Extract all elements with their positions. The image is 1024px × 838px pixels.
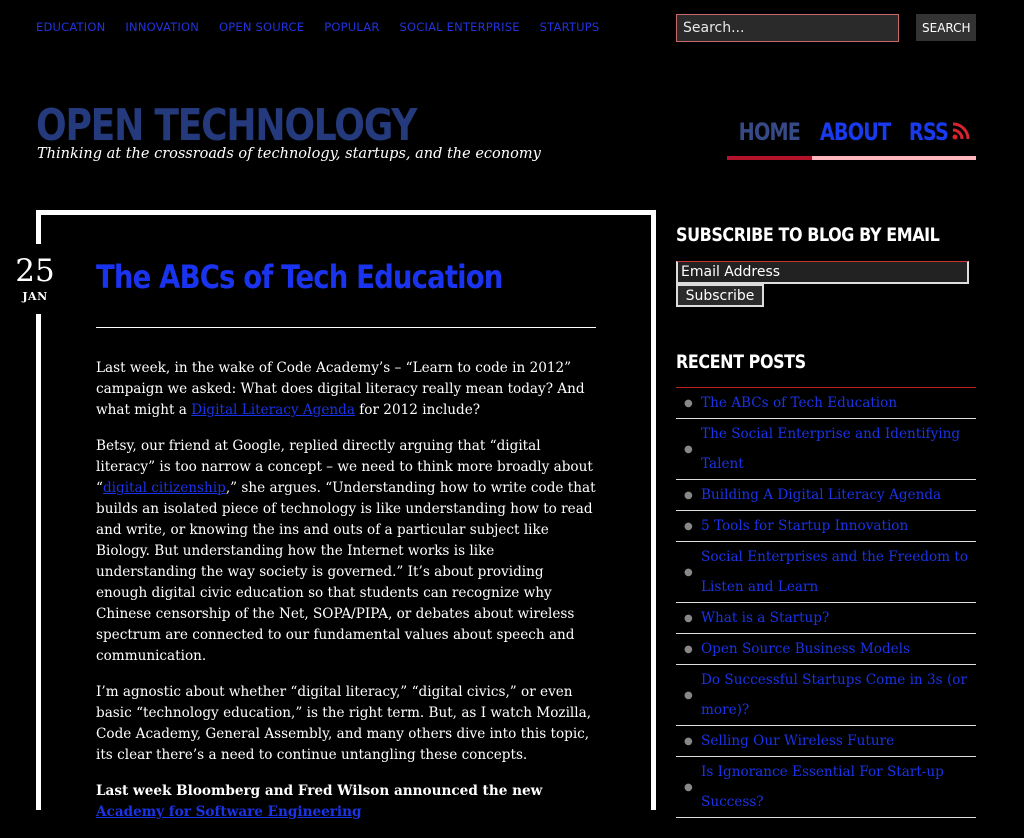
rss-icon <box>952 122 970 140</box>
recent-post-link[interactable]: Selling Our Wireless Future <box>701 726 894 756</box>
post-date-day: 25 <box>15 253 55 289</box>
search-input[interactable] <box>676 14 899 42</box>
recent-posts-list: ● The ABCs of Tech Education ● The Social … <box>676 387 976 818</box>
site-tagline: Thinking at the crossroads of technology… <box>37 146 541 162</box>
bullet-icon: ● <box>684 397 693 409</box>
bullet-icon: ● <box>684 489 693 501</box>
recent-post-link[interactable]: Is Ignorance Essential For Start-up Succ… <box>701 757 976 817</box>
nav-about-link[interactable]: ABOUT <box>812 118 898 160</box>
recent-post-link[interactable]: Open Source Business Models <box>701 634 910 664</box>
list-item: ● The Social Enterprise and Identifying T… <box>676 419 976 480</box>
nav-home-label: HOME <box>738 118 801 146</box>
recent-post-link[interactable]: 5 Tools for Startup Innovation <box>701 511 908 541</box>
bullet-icon: ● <box>684 566 693 578</box>
post-paragraph: Betsy, our friend at Google, replied dir… <box>96 436 596 667</box>
post-text: ,” she argues. “Understanding how to wri… <box>96 480 596 664</box>
post-date-month: JAN <box>22 290 48 303</box>
list-item: ● The ABCs of Tech Education <box>676 388 976 419</box>
list-item: ● What is a Startup? <box>676 603 976 634</box>
recent-post-link[interactable]: Social Enterprises and the Freedom to Li… <box>701 542 976 602</box>
category-popular-link[interactable]: POPULAR <box>324 20 379 34</box>
recent-post-link[interactable]: What is a Startup? <box>701 603 829 633</box>
bullet-icon: ● <box>684 443 693 455</box>
recent-post-link[interactable]: The Social Enterprise and Identifying Ta… <box>701 419 976 479</box>
recent-post-link[interactable]: Do Successful Startups Come in 3s (or mo… <box>701 665 976 725</box>
list-item: ● Do Successful Startups Come in 3s (or m… <box>676 665 976 726</box>
post-title-divider <box>96 327 596 328</box>
bullet-icon: ● <box>684 612 693 624</box>
bullet-icon: ● <box>684 643 693 655</box>
post-date-badge: 25 JAN <box>13 244 57 314</box>
digital-citizenship-link[interactable]: digital citizenship <box>103 480 226 496</box>
list-item: ● Building A Digital Literacy Agenda <box>676 480 976 511</box>
category-education-link[interactable]: EDUCATION <box>36 20 105 34</box>
nav-rss-label: RSS <box>908 118 948 146</box>
email-field[interactable] <box>676 261 969 284</box>
main-nav: HOME ABOUT RSS <box>727 118 976 160</box>
nav-about-label: ABOUT <box>819 118 891 146</box>
digital-literacy-agenda-link[interactable]: Digital Literacy Agenda <box>191 402 355 418</box>
category-startups-link[interactable]: STARTUPS <box>540 20 600 34</box>
bullet-icon: ● <box>684 735 693 747</box>
post-paragraph: I’m agnostic about whether “digital lite… <box>96 684 592 763</box>
nav-rss-link[interactable]: RSS <box>898 118 976 160</box>
bullet-icon: ● <box>684 520 693 532</box>
recent-post-link[interactable]: Building A Digital Literacy Agenda <box>701 480 941 510</box>
category-innovation-link[interactable]: INNOVATION <box>125 20 199 34</box>
nav-home-link[interactable]: HOME <box>727 118 812 160</box>
recent-post-link[interactable]: The ABCs of Tech Education <box>701 388 897 418</box>
category-social-enterprise-link[interactable]: SOCIAL ENTERPRISE <box>400 20 520 34</box>
search-button[interactable]: SEARCH <box>916 14 976 41</box>
bullet-icon: ● <box>684 781 693 793</box>
list-item: ● 5 Tools for Startup Innovation <box>676 511 976 542</box>
subscribe-widget-title: SUBSCRIBE TO BLOG BY EMAIL <box>676 224 940 246</box>
list-item: ● Is Ignorance Essential For Start-up Suc… <box>676 757 976 818</box>
site-title[interactable]: OPEN TECHNOLOGY <box>36 100 417 152</box>
post-title[interactable]: The ABCs of Tech Education <box>96 258 503 296</box>
category-open-source-link[interactable]: OPEN SOURCE <box>219 20 304 34</box>
post-paragraph: Last week, in the wake of Code Academy’s… <box>96 358 596 421</box>
recent-posts-title: RECENT POSTS <box>676 351 806 373</box>
bullet-icon: ● <box>684 689 693 701</box>
post-paragraph: Last week Bloomberg and Fred Wilson anno… <box>96 781 596 823</box>
post-text: for 2012 include? <box>354 402 481 418</box>
subscribe-button[interactable]: Subscribe <box>676 284 764 307</box>
post-body: Last week, in the wake of Code Academy’s… <box>96 358 596 838</box>
academy-software-engineering-link[interactable]: Academy for Software Engineering <box>96 804 361 820</box>
list-item: ● Social Enterprises and the Freedom to L… <box>676 542 976 603</box>
search-form: SEARCH <box>676 14 976 42</box>
category-nav: EDUCATION INNOVATION OPEN SOURCE POPULAR… <box>36 20 619 34</box>
post-text: Last week Bloomberg and Fred Wilson anno… <box>96 783 543 799</box>
list-item: ● Selling Our Wireless Future <box>676 726 976 757</box>
list-item: ● Open Source Business Models <box>676 634 976 665</box>
